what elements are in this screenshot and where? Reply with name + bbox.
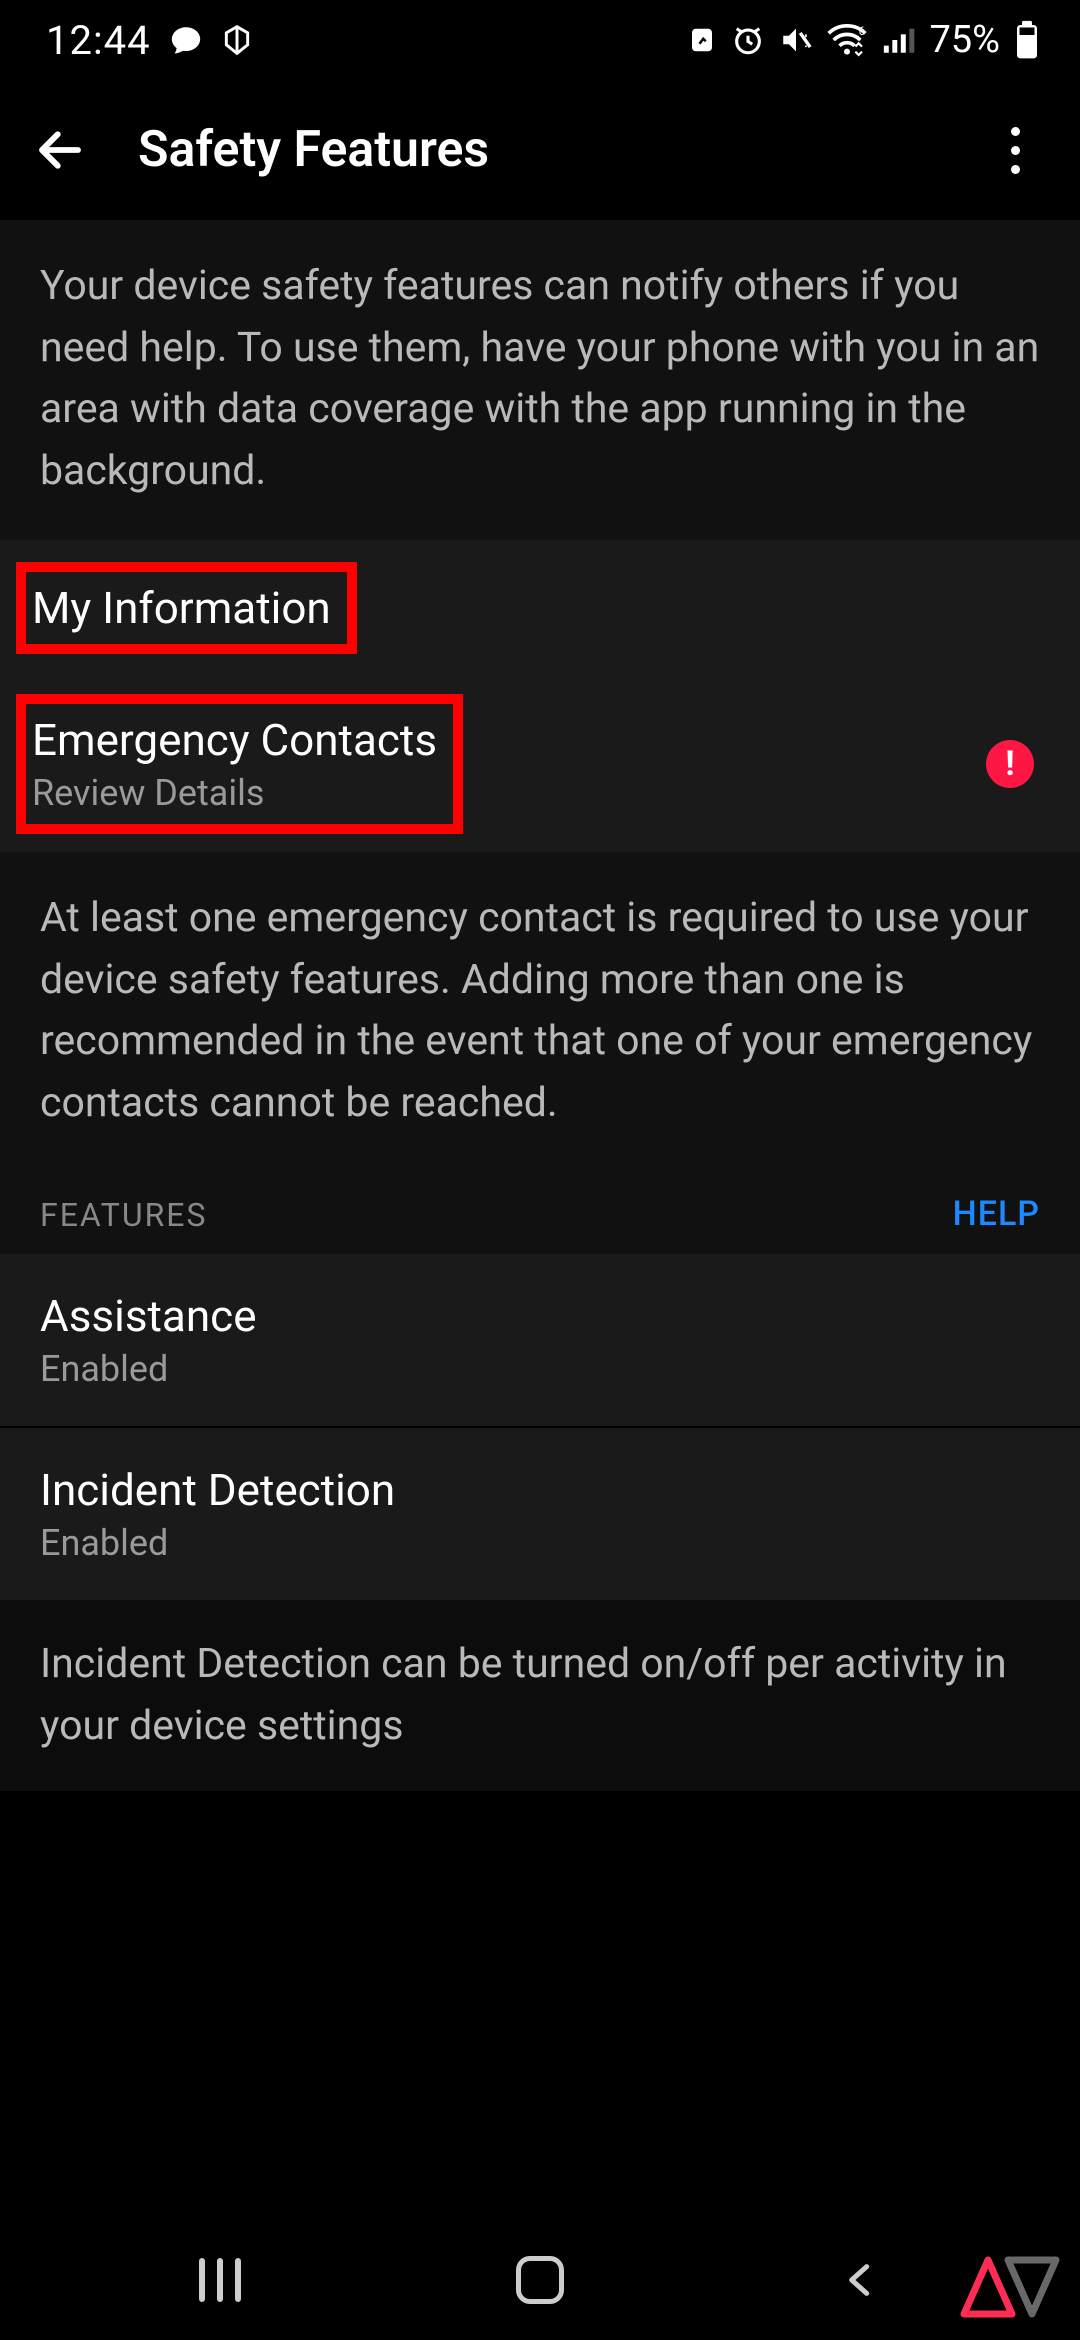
my-information-title: My Information xyxy=(32,582,331,634)
battery-icon xyxy=(1014,20,1040,60)
emergency-contacts-row[interactable]: Emergency Contacts Review Details ! xyxy=(0,676,1080,852)
clock: 12:44 xyxy=(46,17,151,64)
back-button[interactable] xyxy=(30,120,90,180)
features-section-header: FEATURES HELP xyxy=(0,1172,1080,1254)
alert-icon: ! xyxy=(986,740,1034,788)
empty-space xyxy=(0,1791,1080,2220)
incident-detection-title: Incident Detection xyxy=(40,1464,1040,1516)
page-title: Safety Features xyxy=(138,121,942,179)
emergency-contacts-title: Emergency Contacts xyxy=(32,714,437,766)
incident-detection-status: Enabled xyxy=(40,1522,1040,1564)
highlight-box: Emergency Contacts Review Details xyxy=(16,694,463,834)
overflow-menu-button[interactable] xyxy=(990,120,1040,180)
assistance-status: Enabled xyxy=(40,1348,1040,1390)
chat-icon xyxy=(169,23,203,57)
incident-detection-row[interactable]: Incident Detection Enabled xyxy=(0,1428,1080,1600)
mute-icon xyxy=(779,23,813,57)
watermark-logo xyxy=(956,2252,1066,2326)
system-nav-bar xyxy=(0,2220,1080,2340)
highlight-box: My Information xyxy=(16,562,357,654)
emergency-contacts-sub: Review Details xyxy=(32,772,437,814)
home-button[interactable] xyxy=(480,2250,600,2310)
battery-text: 75% xyxy=(929,18,1000,62)
signal-icon xyxy=(881,25,915,55)
wifi-icon: 6 xyxy=(827,23,867,57)
contacts-note: At least one emergency contact is requir… xyxy=(0,852,1080,1172)
assistance-row[interactable]: Assistance Enabled xyxy=(0,1254,1080,1426)
status-bar: 12:44 6 75% xyxy=(0,0,1080,80)
card-icon xyxy=(687,25,717,55)
incident-note: Incident Detection can be turned on/off … xyxy=(0,1600,1080,1791)
sync-icon xyxy=(221,24,253,56)
svg-text:6: 6 xyxy=(859,24,866,38)
features-label: FEATURES xyxy=(40,1196,207,1234)
alarm-icon xyxy=(731,23,765,57)
recents-button[interactable] xyxy=(160,2250,280,2310)
my-information-row[interactable]: My Information xyxy=(0,540,1080,676)
help-link[interactable]: HELP xyxy=(953,1194,1040,1234)
app-header: Safety Features xyxy=(0,80,1080,220)
assistance-title: Assistance xyxy=(40,1290,1040,1342)
intro-text: Your device safety features can notify o… xyxy=(0,220,1080,540)
nav-back-button[interactable] xyxy=(800,2250,920,2310)
